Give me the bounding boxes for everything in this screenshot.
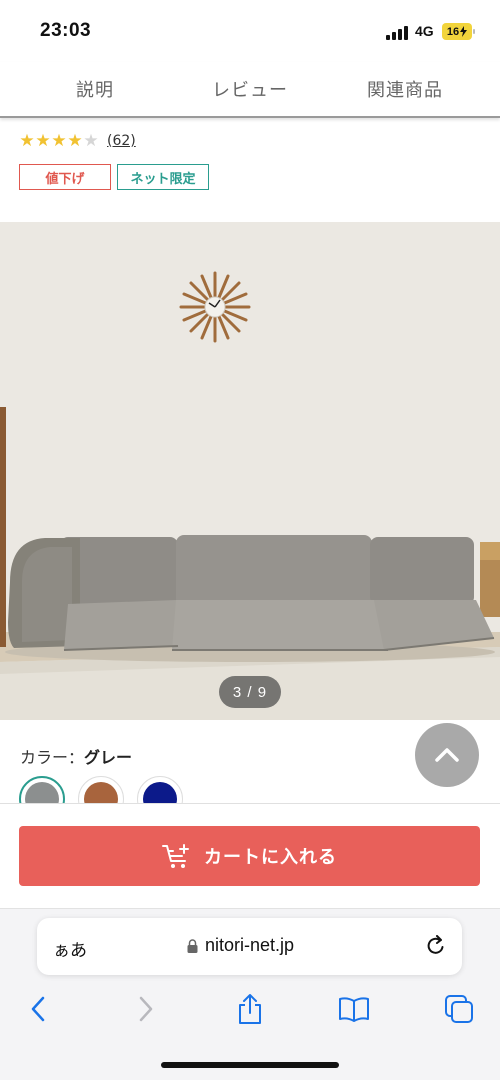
forward-button[interactable] xyxy=(130,993,162,1025)
address-bar[interactable]: ぁあ nitori-net.jp xyxy=(37,918,462,975)
price-drop-badge: 値下げ xyxy=(19,164,111,190)
cart-add-icon xyxy=(162,843,192,869)
url-text: nitori-net.jp xyxy=(205,935,295,955)
star-icon: ★ xyxy=(35,131,51,151)
chevron-left-icon xyxy=(31,996,45,1022)
image-counter: 3 / 9 xyxy=(219,676,281,708)
tabs-button[interactable] xyxy=(443,993,475,1025)
lock-icon xyxy=(187,938,198,953)
star-icon: ★ xyxy=(67,131,83,151)
color-label-prefix: カラー： xyxy=(20,748,85,767)
swatch-brown[interactable] xyxy=(78,776,124,804)
share-button[interactable] xyxy=(234,993,266,1025)
browser-nav-toolbar xyxy=(0,985,500,1035)
product-image[interactable] xyxy=(0,222,500,720)
add-to-cart-button[interactable]: カートに入れる xyxy=(19,826,480,886)
online-only-badge: ネット限定 xyxy=(117,164,209,190)
back-button[interactable] xyxy=(22,993,54,1025)
tab-reviews[interactable]: レビュー xyxy=(190,62,310,116)
swatch-gray[interactable] xyxy=(19,776,65,804)
book-icon xyxy=(339,997,369,1022)
color-swatches xyxy=(19,776,183,804)
signal-icon xyxy=(386,24,410,40)
bookmarks-button[interactable] xyxy=(338,993,370,1025)
star-icon: ★ xyxy=(19,131,35,151)
status-time: 23:03 xyxy=(40,20,92,41)
url-display[interactable]: nitori-net.jp xyxy=(187,935,294,956)
scroll-top-button[interactable] xyxy=(415,723,479,787)
rating-row: ★ ★ ★ ★ ★ (62) xyxy=(19,131,136,151)
home-indicator[interactable] xyxy=(161,1062,339,1068)
share-icon xyxy=(239,994,261,1024)
star-icon: ★ xyxy=(51,131,67,151)
badges: 値下げ ネット限定 xyxy=(19,164,209,190)
status-bar: 23:03 4G 16 xyxy=(0,0,500,62)
reload-icon[interactable] xyxy=(426,935,446,961)
rating-stars: ★ ★ ★ ★ ★ xyxy=(19,131,99,151)
color-label: カラー：グレー xyxy=(20,744,132,768)
color-value: グレー xyxy=(84,748,133,767)
chevron-right-icon xyxy=(139,996,153,1022)
tab-description[interactable]: 説明 xyxy=(0,62,190,116)
network-label: 4G xyxy=(415,23,434,39)
chevron-up-icon xyxy=(435,748,459,762)
star-empty-icon: ★ xyxy=(83,131,99,151)
tab-related[interactable]: 関連商品 xyxy=(310,62,500,116)
battery-level: 16 xyxy=(446,25,460,38)
add-to-cart-label: カートに入れる xyxy=(204,847,337,868)
tab-nav: 説明 レビュー 関連商品 xyxy=(0,62,500,118)
reader-settings-button[interactable]: ぁあ xyxy=(53,936,87,961)
battery-icon: 16 xyxy=(442,23,475,40)
divider xyxy=(0,803,500,804)
review-count-link[interactable]: (62) xyxy=(107,133,136,149)
tabs-icon xyxy=(445,995,473,1023)
swatch-navy[interactable] xyxy=(137,776,183,804)
